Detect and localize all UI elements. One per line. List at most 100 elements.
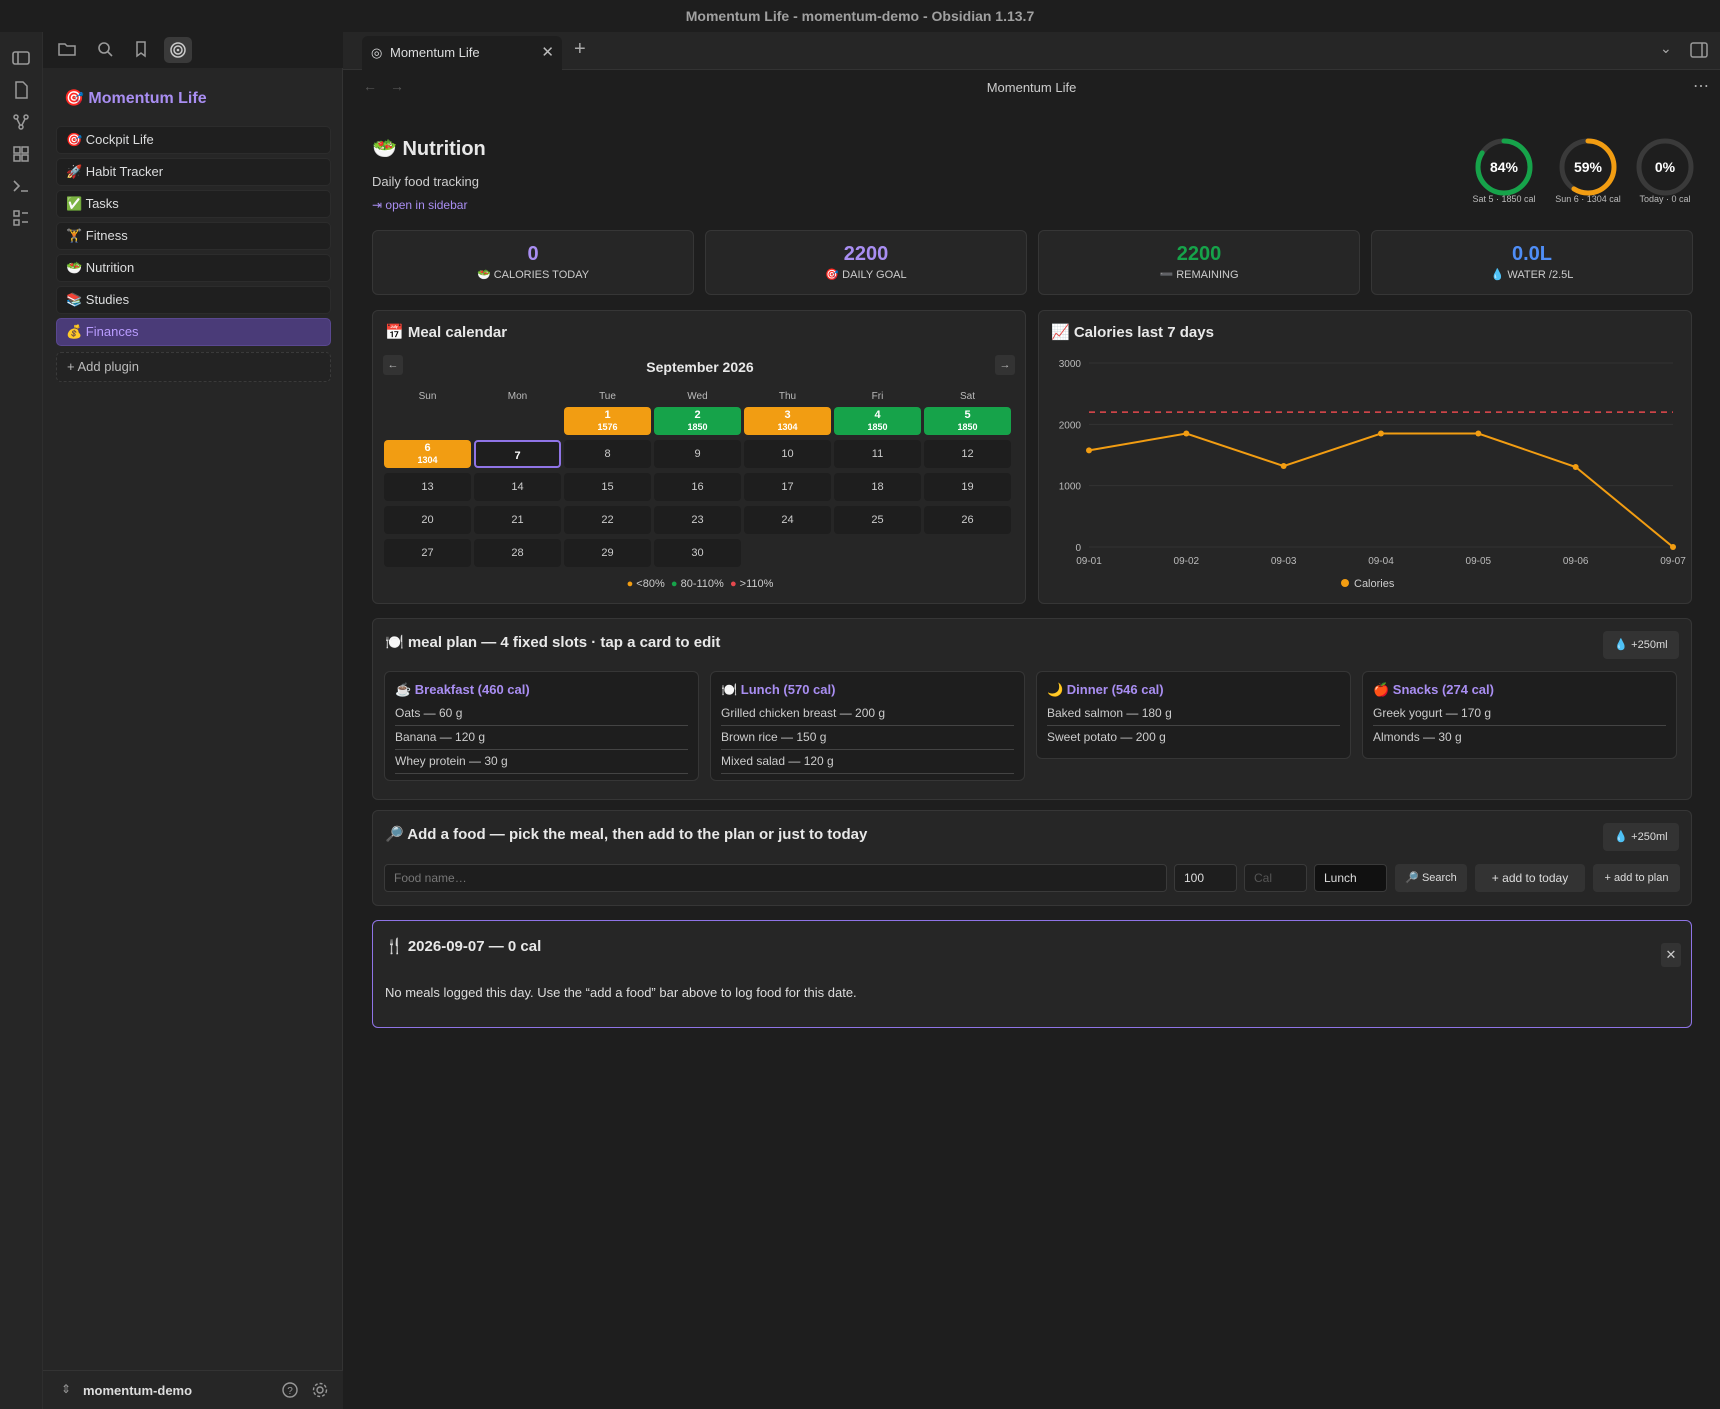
canvas-icon[interactable]	[11, 144, 33, 166]
calendar-day[interactable]: 5 1850	[924, 407, 1011, 435]
list-icon[interactable]	[11, 208, 33, 230]
data-point	[1670, 544, 1676, 550]
stat-remaining: 2200 ➖ REMAINING	[1038, 230, 1360, 295]
right-sidebar-toggle-icon[interactable]	[1689, 41, 1709, 64]
chevron-down-icon[interactable]: ⌄	[1660, 40, 1672, 57]
sidebar-item-finances[interactable]: 💰 Finances	[56, 318, 331, 346]
calendar-day[interactable]: 1 1576	[564, 407, 651, 435]
calendar-day[interactable]: 14	[474, 473, 561, 501]
weekday-label: Tue	[599, 391, 616, 402]
window-title: Momentum Life - momentum-demo - Obsidian…	[685, 8, 1035, 24]
meal-card-dinner[interactable]: 🌙 Dinner (546 cal) Baked salmon — 180 g …	[1036, 671, 1351, 759]
help-icon[interactable]: ?	[281, 1381, 299, 1404]
calories-input[interactable]: Cal	[1244, 864, 1307, 892]
add-to-plan-button[interactable]: + add to plan	[1593, 864, 1680, 892]
add-plugin-button[interactable]: + Add plugin	[56, 352, 331, 382]
calendar-day[interactable]: 24	[744, 506, 831, 534]
day-log-panel: 🍴 2026-09-07 — 0 cal ✕ No meals logged t…	[372, 920, 1692, 1028]
obsidian-window: Momentum Life - momentum-demo - Obsidian…	[0, 0, 1720, 1409]
meal-card-breakfast[interactable]: ☕ Breakfast (460 cal) Oats — 60 g Banana…	[384, 671, 699, 781]
file-icon[interactable]	[11, 80, 33, 102]
calendar-day[interactable]: 9	[654, 440, 741, 468]
next-month-icon[interactable]: →	[995, 355, 1015, 375]
folder-icon[interactable]	[57, 39, 79, 61]
add-food-panel: 🔎 Add a food — pick the meal, then add t…	[372, 810, 1692, 906]
terminal-icon[interactable]	[11, 176, 33, 198]
calendar-day[interactable]: 26	[924, 506, 1011, 534]
x-tick-label: 09-07	[1660, 556, 1686, 567]
add-to-today-button[interactable]: + add to today	[1475, 864, 1585, 892]
calendar-day[interactable]: 12	[924, 440, 1011, 468]
graph-icon[interactable]	[11, 112, 33, 134]
vault-name[interactable]: momentum-demo	[83, 1383, 192, 1398]
calendar-day[interactable]: 30	[654, 539, 741, 567]
sidebar-item-tasks[interactable]: ✅ Tasks	[56, 190, 331, 218]
y-tick-label: 0	[1075, 543, 1081, 554]
meal-item: Grilled chicken breast — 200 g	[721, 702, 1014, 726]
calendar-day[interactable]: 15	[564, 473, 651, 501]
x-tick-label: 09-05	[1466, 556, 1492, 567]
search-button[interactable]: 🔎 Search	[1395, 864, 1467, 892]
calendar-day[interactable]: 7	[474, 440, 561, 468]
meal-item: Banana — 120 g	[395, 726, 688, 750]
calendar-day[interactable]: 10	[744, 440, 831, 468]
sidebar-item-studies[interactable]: 📚 Studies	[56, 286, 331, 314]
calendar-day[interactable]: 6 1304	[384, 440, 471, 468]
day-log-title: 🍴 2026-09-07 — 0 cal	[385, 938, 542, 955]
target-icon[interactable]	[164, 37, 192, 63]
sidebar-item-nutrition[interactable]: 🥗 Nutrition	[56, 254, 331, 282]
calendar-day[interactable]: 23	[654, 506, 741, 534]
sidebar-item-fitness[interactable]: 🏋️ Fitness	[56, 222, 331, 250]
calendar-day[interactable]: 8	[564, 440, 651, 468]
sidebar-item-cockpit-life[interactable]: 🎯 Cockpit Life	[56, 126, 331, 154]
calendar-day[interactable]: 13	[384, 473, 471, 501]
open-in-sidebar-link[interactable]: ⇥ open in sidebar	[372, 198, 467, 212]
calendar-day[interactable]: 2 1850	[654, 407, 741, 435]
sidebar-toggle-icon[interactable]	[11, 48, 33, 70]
calendar-day[interactable]: 29	[564, 539, 651, 567]
meal-select[interactable]: Lunch	[1314, 864, 1387, 892]
ribbon	[0, 32, 43, 1409]
calendar-day[interactable]: 3 1304	[744, 407, 831, 435]
calendar-day[interactable]: 16	[654, 473, 741, 501]
new-tab-icon[interactable]: +	[574, 38, 586, 61]
view-title: Momentum Life	[986, 80, 1077, 95]
stat-value: 0.0L	[1511, 243, 1553, 265]
calendar-day[interactable]: 19	[924, 473, 1011, 501]
calendar-day[interactable]: 27	[384, 539, 471, 567]
data-point	[1378, 430, 1384, 437]
quantity-input[interactable]: 100	[1174, 864, 1237, 892]
svg-text:?: ?	[287, 1386, 293, 1397]
meal-title: 🍽️ Lunch (570 cal)	[721, 682, 836, 697]
close-tab-icon[interactable]: ✕	[541, 36, 554, 70]
bookmark-icon[interactable]	[131, 39, 153, 61]
calendar-day[interactable]: 21	[474, 506, 561, 534]
gear-icon[interactable]	[311, 1381, 329, 1404]
meal-card-lunch[interactable]: 🍽️ Lunch (570 cal) Grilled chicken breas…	[710, 671, 1025, 781]
weekday-label: Wed	[687, 391, 708, 402]
sidebar-item-habit-tracker[interactable]: 🚀 Habit Tracker	[56, 158, 331, 186]
y-tick-label: 1000	[1059, 482, 1082, 493]
calendar-day[interactable]: 20	[384, 506, 471, 534]
meal-item: Oats — 60 g	[395, 702, 688, 726]
search-icon[interactable]	[95, 39, 117, 61]
data-point	[1572, 464, 1579, 471]
add-water-button[interactable]: 💧 +250ml	[1603, 631, 1679, 659]
add-water-button[interactable]: 💧 +250ml	[1603, 823, 1679, 851]
food-name-input[interactable]: Food name…	[384, 864, 1167, 892]
close-icon[interactable]: ✕	[1661, 943, 1681, 967]
stat-calories-today: 0 🥗 CALORIES TODAY	[372, 230, 694, 295]
calendar-day[interactable]: 17	[744, 473, 831, 501]
calendar-day[interactable]: 22	[564, 506, 651, 534]
calendar-day[interactable]: 25	[834, 506, 921, 534]
calendar-day[interactable]: 18	[834, 473, 921, 501]
meal-item: Mixed salad — 120 g	[721, 750, 1014, 774]
meal-card-snacks[interactable]: 🍎 Snacks (274 cal) Greek yogurt — 170 g …	[1362, 671, 1677, 759]
tab-momentum-life[interactable]: ◎ Momentum Life ✕	[362, 36, 562, 70]
calendar-day[interactable]: 11	[834, 440, 921, 468]
more-options-icon[interactable]: ⋯	[1693, 76, 1709, 96]
chevron-updown-icon[interactable]: ⇕	[61, 1382, 71, 1396]
calendar-day[interactable]: 4 1850	[834, 407, 921, 435]
calendar-day[interactable]: 28	[474, 539, 561, 567]
meal-title: 🍎 Snacks (274 cal)	[1373, 682, 1494, 697]
